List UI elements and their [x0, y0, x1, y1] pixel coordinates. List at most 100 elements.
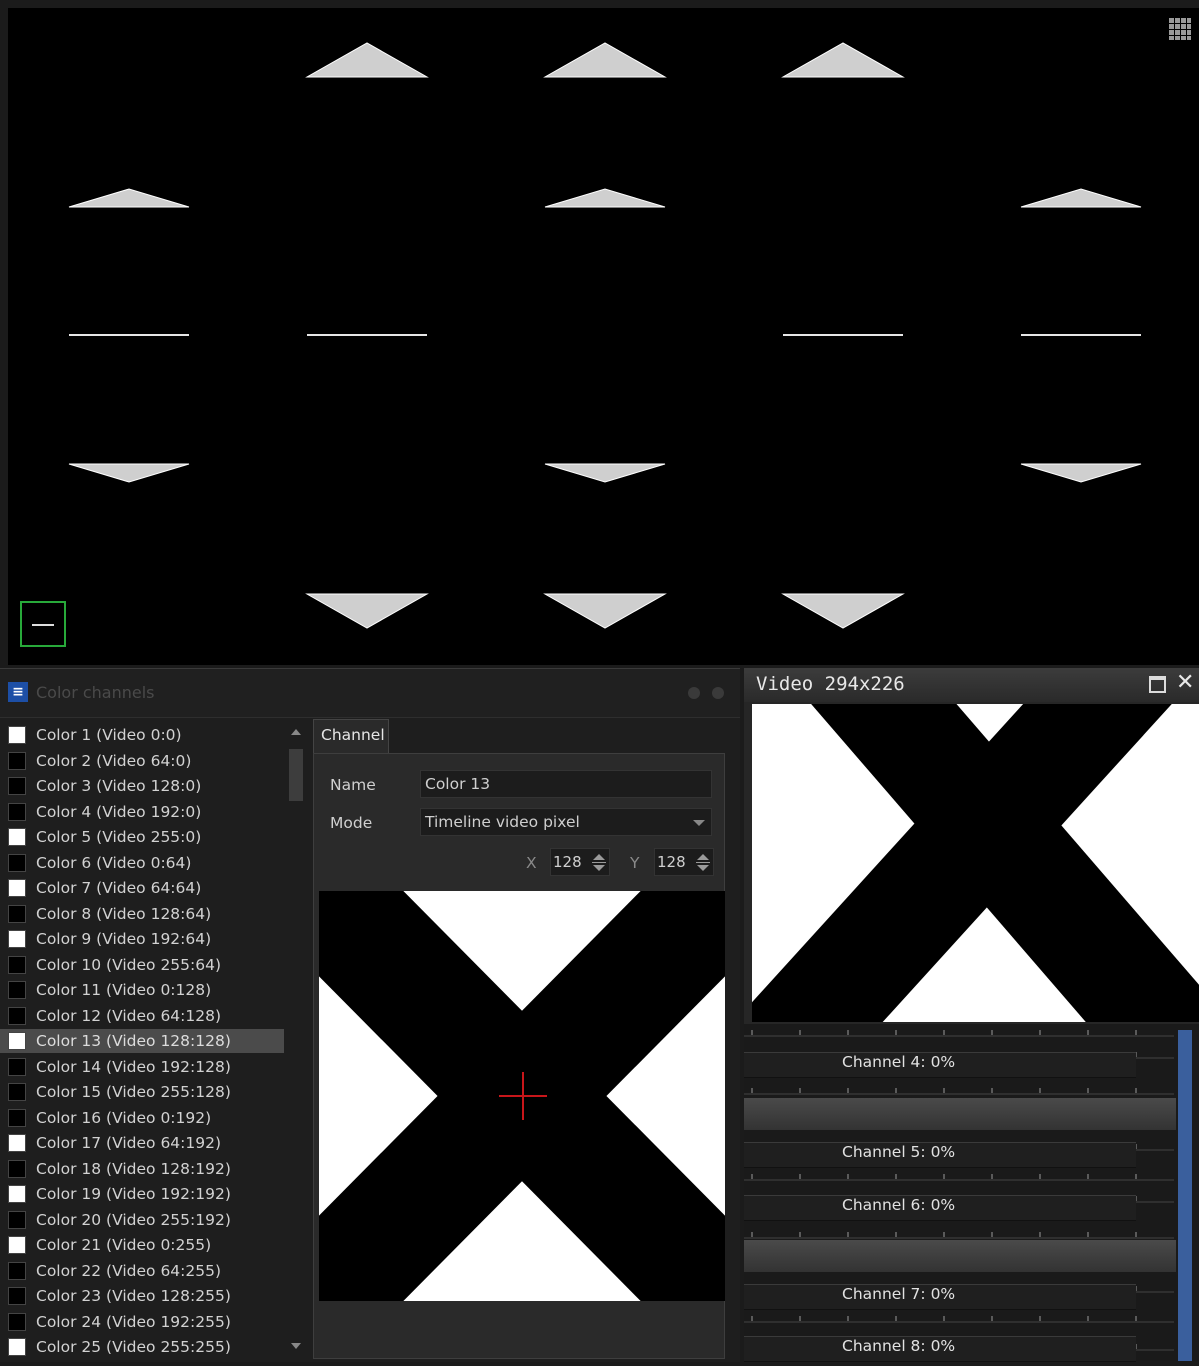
meters-scrollbar[interactable]: [1178, 1030, 1192, 1361]
list-item[interactable]: Color 22 (Video 64:255): [0, 1259, 284, 1283]
channel-list[interactable]: Color 1 (Video 0:0) Color 2 (Video 64:0) C…: [0, 719, 290, 1359]
color-swatch: [8, 904, 26, 923]
channel-editor: Name Color 13 Mode Timeline video pixel …: [313, 753, 725, 1359]
mode-select[interactable]: Timeline video pixel: [420, 808, 712, 836]
list-item[interactable]: Color 11 (Video 0:128): [0, 978, 284, 1002]
list-item[interactable]: Color 7 (Video 64:64): [0, 876, 284, 900]
minus-frame-icon[interactable]: [20, 601, 66, 647]
color-swatch: [8, 955, 26, 974]
stage-shape: [68, 188, 190, 208]
color-swatch: [8, 981, 26, 999]
color-swatch: [8, 726, 26, 744]
meter-label: Channel 4: 0%: [842, 1053, 956, 1071]
list-item[interactable]: Color 15 (Video 255:128): [0, 1080, 284, 1104]
color-swatch: [8, 1312, 26, 1331]
video-view: [752, 704, 1199, 1022]
list-item-label: Color 17 (Video 64:192): [36, 1134, 222, 1152]
color-swatch: [8, 1134, 26, 1152]
app-logo-icon: ≡: [8, 682, 28, 702]
list-item-label: Color 8 (Video 128:64): [36, 904, 212, 923]
stage-shape: [1020, 463, 1142, 483]
list-item-label: Color 19 (Video 192:192): [36, 1185, 231, 1203]
list-item[interactable]: Color 17 (Video 64:192): [0, 1131, 284, 1155]
stage-shape: [1020, 188, 1142, 208]
list-item[interactable]: Color 21 (Video 0:255): [0, 1233, 284, 1257]
list-item[interactable]: Color 16 (Video 0:192): [0, 1106, 284, 1130]
list-item[interactable]: Color 19 (Video 192:192): [0, 1182, 284, 1206]
list-item[interactable]: Color 13 (Video 128:128): [0, 1029, 284, 1053]
y-stepper[interactable]: 128: [654, 848, 714, 876]
list-item-label: Color 12 (Video 64:128): [36, 1006, 222, 1025]
scroll-down-icon[interactable]: [291, 1343, 301, 1349]
list-item-label: Color 2 (Video 64:0): [36, 751, 192, 770]
scroll-up-icon[interactable]: [291, 729, 301, 735]
close-icon[interactable]: ✕: [1176, 670, 1194, 695]
color-swatch: [8, 1185, 26, 1203]
list-item-label: Color 4 (Video 192:0): [36, 802, 202, 821]
decrement-icon[interactable]: [593, 865, 605, 871]
scroll-thumb[interactable]: [289, 749, 303, 801]
list-item[interactable]: Color 5 (Video 255:0): [0, 825, 284, 849]
maximize-icon[interactable]: [1149, 676, 1166, 693]
x-value: 128: [553, 853, 582, 871]
list-item-label: Color 11 (Video 0:128): [36, 981, 212, 999]
list-item-label: Color 21 (Video 0:255): [36, 1236, 212, 1254]
list-item-label: Color 5 (Video 255:0): [36, 828, 202, 846]
color-swatch: [8, 777, 26, 795]
list-item[interactable]: Color 14 (Video 192:128): [0, 1055, 284, 1079]
color-swatch: [8, 930, 26, 948]
list-item[interactable]: Color 20 (Video 255:192): [0, 1208, 284, 1232]
list-item-label: Color 18 (Video 128:192): [36, 1159, 231, 1178]
list-scrollbar[interactable]: [287, 719, 305, 1359]
settings-icon[interactable]: [712, 687, 724, 699]
panel-header: ≡ Color channels: [0, 669, 740, 718]
color-swatch: [8, 1210, 26, 1229]
color-swatch: [8, 1159, 26, 1178]
pixel-picker[interactable]: [319, 891, 725, 1301]
list-item[interactable]: Color 24 (Video 192:255): [0, 1310, 284, 1334]
list-item[interactable]: Color 3 (Video 128:0): [0, 774, 284, 798]
list-item-label: Color 1 (Video 0:0): [36, 726, 182, 744]
name-field[interactable]: Color 13: [420, 770, 712, 798]
color-swatch: [8, 828, 26, 846]
list-item[interactable]: Color 1 (Video 0:0): [0, 723, 284, 747]
chevron-down-icon: [693, 820, 705, 826]
mode-label: Mode: [330, 814, 373, 832]
video-title: Video 294x226: [756, 673, 905, 695]
stage-shape: [544, 188, 666, 208]
meter-separator: [744, 1098, 1176, 1130]
color-swatch: [8, 853, 26, 872]
list-item[interactable]: Color 6 (Video 0:64): [0, 851, 284, 875]
list-item[interactable]: Color 2 (Video 64:0): [0, 749, 284, 773]
increment-icon[interactable]: [697, 854, 709, 860]
list-item-label: Color 7 (Video 64:64): [36, 879, 202, 897]
x-stepper[interactable]: 128: [550, 848, 610, 876]
color-swatch: [8, 802, 26, 821]
list-item[interactable]: Color 8 (Video 128:64): [0, 902, 284, 926]
tab-channel[interactable]: Channel: [313, 719, 389, 753]
list-item[interactable]: Color 25 (Video 255:255): [0, 1335, 284, 1359]
color-swatch: [8, 1057, 26, 1076]
meter-label: Channel 5: 0%: [842, 1143, 956, 1161]
panel-title: Color channels: [36, 683, 155, 702]
list-item-label: Color 3 (Video 128:0): [36, 777, 202, 795]
list-item[interactable]: Color 4 (Video 192:0): [0, 800, 284, 824]
stage-shape: [781, 42, 905, 78]
color-swatch: [8, 1108, 26, 1127]
video-titlebar[interactable]: Video 294x226 ✕: [744, 668, 1199, 702]
color-swatch: [8, 751, 26, 770]
color-swatch: [8, 1338, 26, 1356]
list-item[interactable]: Color 9 (Video 192:64): [0, 927, 284, 951]
grid-icon[interactable]: [1169, 18, 1191, 40]
list-item[interactable]: Color 12 (Video 64:128): [0, 1004, 284, 1028]
meter-separator: [744, 1240, 1176, 1272]
decrement-icon[interactable]: [697, 865, 709, 871]
video-window: Video 294x226 ✕ Channel 4: 0% Channel 5: …: [744, 668, 1199, 1362]
list-item[interactable]: Color 23 (Video 128:255): [0, 1284, 284, 1308]
increment-icon[interactable]: [593, 854, 605, 860]
color-channels-panel: ≡ Color channels Color 1 (Video 0:0) Colo…: [0, 668, 740, 1362]
list-item[interactable]: Color 18 (Video 128:192): [0, 1157, 284, 1181]
list-item[interactable]: Color 10 (Video 255:64): [0, 953, 284, 977]
pin-icon[interactable]: [688, 687, 700, 699]
channel-meter: Channel 5: 0%: [744, 1136, 1174, 1172]
